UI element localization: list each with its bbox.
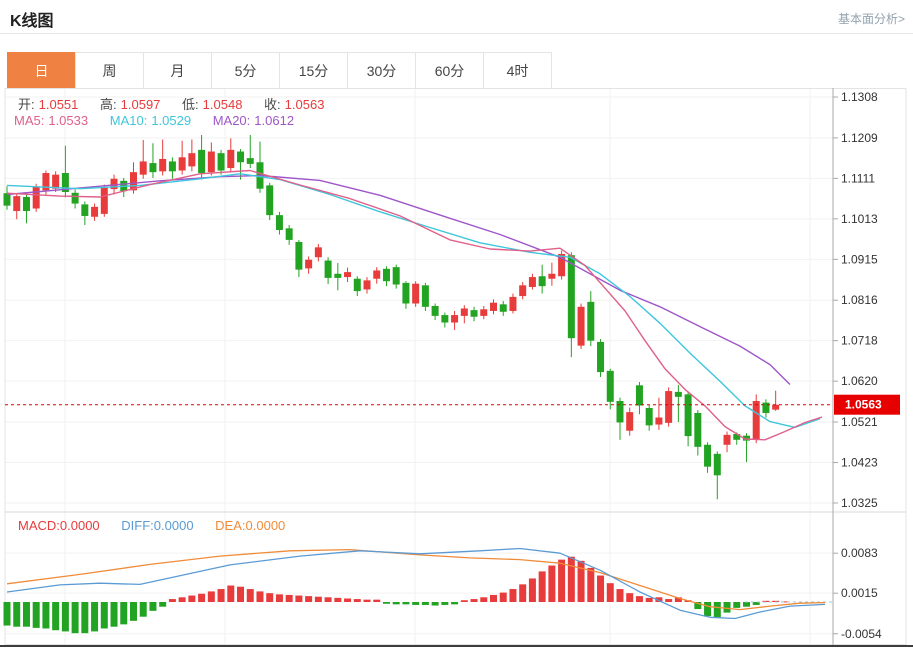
- open-value: 1.0551: [39, 97, 79, 112]
- low-value: 1.0548: [203, 97, 243, 112]
- tab-5min[interactable]: 5分: [211, 52, 280, 89]
- tab-60min[interactable]: 60分: [415, 52, 484, 89]
- tab-30min[interactable]: 30分: [347, 52, 416, 89]
- ohlc-legend: 开: 1.0551 高: 1.0597 低: 1.0548 收: 1.0563: [18, 94, 328, 113]
- ma20-label: MA20:: [213, 113, 251, 128]
- interval-tabs: 日 周 月 5分 15分 30分 60分 4时: [8, 52, 552, 89]
- fundamental-analysis-link[interactable]: 基本面分析>: [838, 10, 905, 27]
- svg-text:-0.0054: -0.0054: [841, 627, 882, 641]
- diff-value: 0.0000: [154, 518, 194, 533]
- tab-week[interactable]: 周: [75, 52, 144, 89]
- svg-text:1.1308: 1.1308: [841, 90, 878, 104]
- ma-legend: MA5: 1.0533 MA10:1.0529 MA20:1.0612: [14, 113, 298, 128]
- page-title: K线图: [10, 7, 54, 31]
- svg-text:1.0423: 1.0423: [841, 456, 878, 470]
- macd-value: 0.0000: [60, 518, 100, 533]
- ma10-label: MA10:: [110, 113, 148, 128]
- high-value: 1.0597: [121, 97, 161, 112]
- svg-text:1.0620: 1.0620: [841, 374, 878, 388]
- current-price-badge: 1.0563: [834, 395, 900, 415]
- svg-text:1.0325: 1.0325: [841, 496, 878, 510]
- low-label: 低:: [182, 97, 199, 112]
- high-label: 高:: [100, 97, 117, 112]
- ma5-value: 1.0533: [48, 113, 88, 128]
- widget-header: K线图 基本面分析>: [0, 0, 913, 34]
- tab-day[interactable]: 日: [7, 52, 76, 89]
- ma10-value: 1.0529: [151, 113, 191, 128]
- svg-text:0.0015: 0.0015: [841, 586, 878, 600]
- tab-15min[interactable]: 15分: [279, 52, 348, 89]
- svg-text:1.0521: 1.0521: [841, 415, 878, 429]
- svg-text:1.1111: 1.1111: [841, 171, 875, 185]
- close-value: 1.0563: [285, 97, 325, 112]
- dea-value: 0.0000: [246, 518, 286, 533]
- svg-text:1.0816: 1.0816: [841, 293, 878, 307]
- dea-label: DEA:: [215, 518, 245, 533]
- macd-label: MACD:: [18, 518, 60, 533]
- svg-text:0.0083: 0.0083: [841, 546, 878, 560]
- macd-legend: MACD:0.0000 DIFF:0.0000 DEA:0.0000: [18, 518, 289, 533]
- kline-chart-canvas[interactable]: 1.1308 1.1209 1.1111 1.1013 1.0915 1.0816 1.07…: [0, 88, 913, 648]
- svg-text:1.1209: 1.1209: [841, 131, 878, 145]
- open-label: 开:: [18, 97, 35, 112]
- close-label: 收:: [264, 97, 281, 112]
- svg-text:1.0718: 1.0718: [841, 334, 878, 348]
- svg-text:1.0915: 1.0915: [841, 252, 878, 266]
- svg-text:1.0563: 1.0563: [845, 398, 882, 412]
- tab-4hour[interactable]: 4时: [483, 52, 552, 89]
- tab-month[interactable]: 月: [143, 52, 212, 89]
- diff-label: DIFF:: [121, 518, 154, 533]
- ma5-label: MA5:: [14, 113, 44, 128]
- svg-text:1.1013: 1.1013: [841, 212, 878, 226]
- kline-chart-area[interactable]: 1.1308 1.1209 1.1111 1.1013 1.0915 1.0816 1.07…: [0, 88, 913, 648]
- ma20-value: 1.0612: [254, 113, 294, 128]
